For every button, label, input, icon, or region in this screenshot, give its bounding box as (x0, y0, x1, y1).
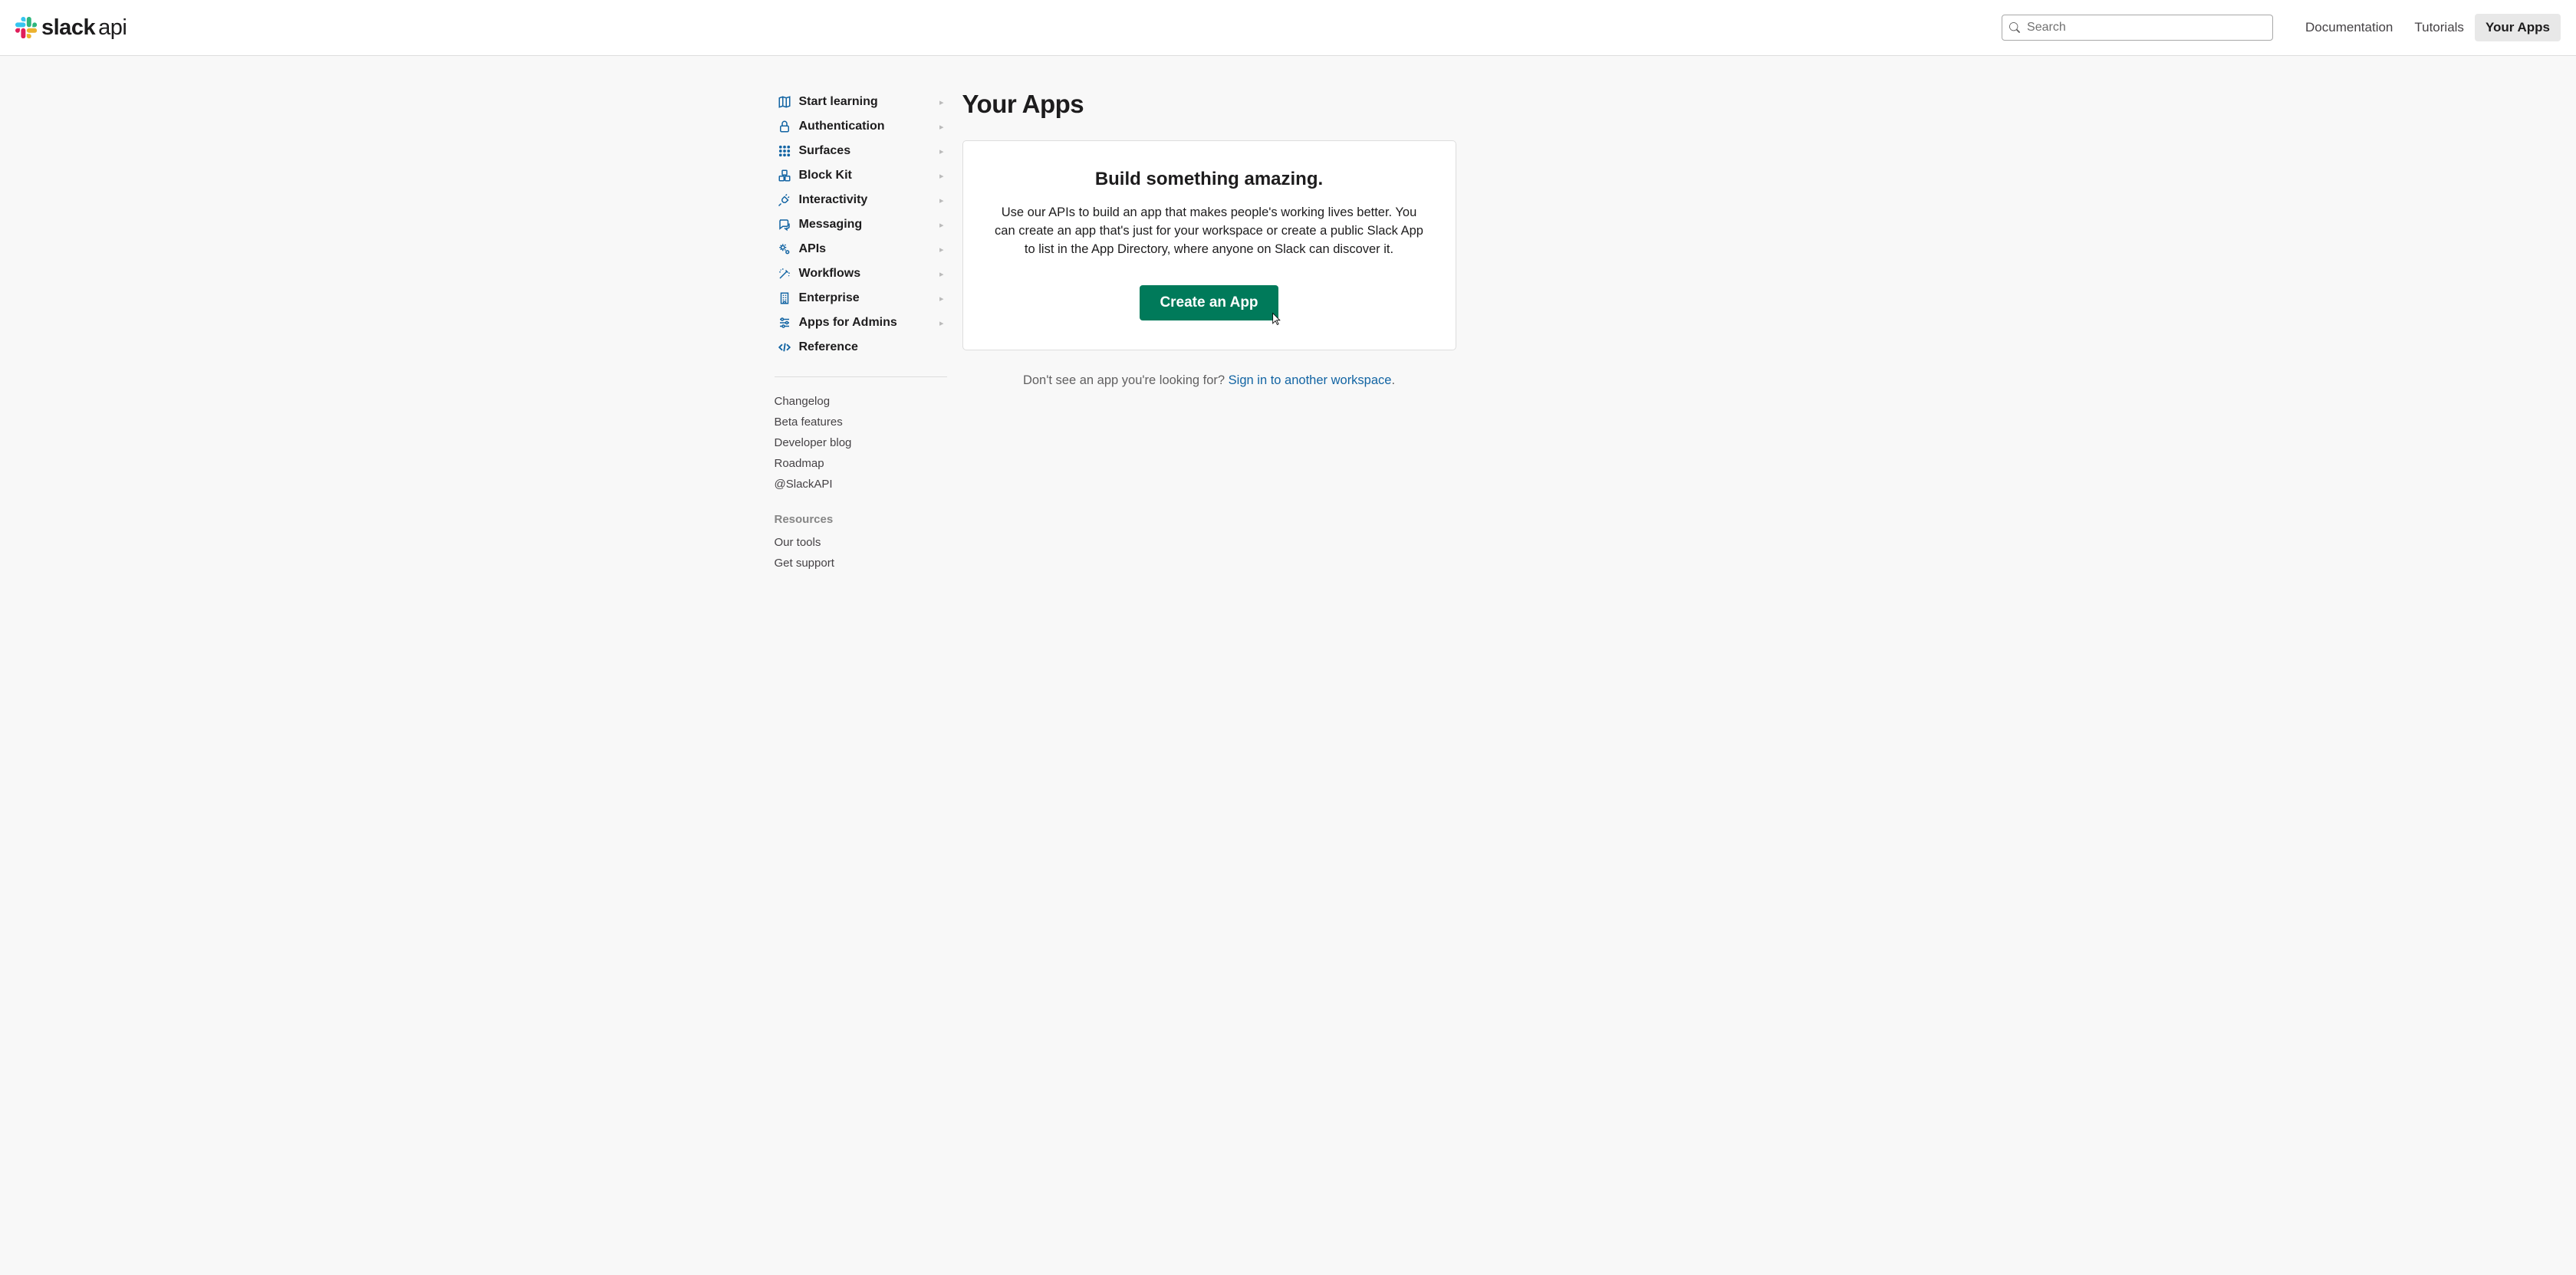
card-body: Use our APIs to build an app that makes … (986, 204, 1433, 259)
search-icon (2009, 22, 2020, 33)
sign-in-link[interactable]: Sign in to another workspace (1229, 373, 1392, 387)
sidebar-item-label: Block Kit (799, 169, 939, 182)
create-app-label: Create an App (1160, 294, 1258, 311)
sidebar-item-surfaces[interactable]: Surfaces▸ (775, 139, 947, 163)
header: slackapi Documentation Tutorials Your Ap… (0, 0, 2576, 56)
nav-tutorials[interactable]: Tutorials (2403, 14, 2475, 41)
sidebar-link-roadmap[interactable]: Roadmap (775, 453, 947, 474)
chevron-right-icon: ▸ (939, 269, 944, 279)
sidebar-item-messaging[interactable]: Messaging▸ (775, 212, 947, 237)
sidebar-link-beta-features[interactable]: Beta features (775, 412, 947, 432)
blocks-icon (778, 169, 791, 182)
slack-logo-icon (15, 17, 37, 38)
content: Your Apps Build something amazing. Use o… (947, 90, 1622, 573)
card-title: Build something amazing. (986, 169, 1433, 190)
sliders-icon (778, 316, 791, 330)
gears-icon (778, 242, 791, 256)
header-right: Documentation Tutorials Your Apps (2002, 14, 2561, 41)
cursor-icon (1268, 311, 1283, 327)
sidebar-item-apps-for-admins[interactable]: Apps for Admins▸ (775, 311, 947, 335)
sidebar-link-developer-blog[interactable]: Developer blog (775, 432, 947, 453)
sidebar-item-label: Authentication (799, 120, 939, 133)
search-input[interactable] (2002, 15, 2273, 41)
sidebar-item-reference[interactable]: Reference▸ (775, 335, 947, 360)
logo-text: slackapi (41, 15, 127, 41)
nav-documentation[interactable]: Documentation (2295, 14, 2403, 41)
sidebar: Start learning▸Authentication▸Surfaces▸B… (775, 90, 947, 573)
sidebar-link-changelog[interactable]: Changelog (775, 391, 947, 412)
code-icon (778, 340, 791, 354)
sidebar-link--slackapi[interactable]: @SlackAPI (775, 474, 947, 495)
map-icon (778, 95, 791, 109)
logo[interactable]: slackapi (15, 15, 127, 41)
sidebar-item-enterprise[interactable]: Enterprise▸ (775, 286, 947, 311)
chevron-right-icon: ▸ (939, 97, 944, 107)
sidebar-item-label: Interactivity (799, 193, 939, 207)
sidebar-item-start-learning[interactable]: Start learning▸ (775, 90, 947, 114)
chevron-right-icon: ▸ (939, 318, 944, 328)
sidebar-item-workflows[interactable]: Workflows▸ (775, 261, 947, 286)
chevron-right-icon: ▸ (939, 220, 944, 230)
sidebar-resources-heading: Resources (775, 495, 947, 532)
plug-icon (778, 193, 791, 207)
building-icon (778, 291, 791, 305)
build-card: Build something amazing. Use our APIs to… (962, 140, 1456, 350)
lock-icon (778, 120, 791, 133)
chat-icon (778, 218, 791, 232)
sidebar-resource-get-support[interactable]: Get support (775, 553, 947, 573)
chevron-right-icon: ▸ (939, 245, 944, 255)
footer-prefix: Don't see an app you're looking for? (1023, 373, 1229, 387)
chevron-right-icon: ▸ (939, 171, 944, 181)
sidebar-item-label: Start learning (799, 95, 939, 109)
nav-links: Documentation Tutorials Your Apps (2295, 14, 2561, 41)
nav-your-apps[interactable]: Your Apps (2475, 14, 2561, 41)
chevron-right-icon: ▸ (939, 146, 944, 156)
wand-icon (778, 267, 791, 281)
create-app-button[interactable]: Create an App (1140, 285, 1278, 320)
sidebar-nav: Start learning▸Authentication▸Surfaces▸B… (775, 90, 947, 360)
chevron-right-icon: ▸ (939, 294, 944, 304)
sidebar-divider (775, 376, 947, 377)
main-container: Start learning▸Authentication▸Surfaces▸B… (767, 56, 1810, 573)
sidebar-item-label: APIs (799, 242, 939, 256)
logo-text-light: api (98, 15, 127, 40)
sidebar-item-block-kit[interactable]: Block Kit▸ (775, 163, 947, 188)
sidebar-links-group: ChangelogBeta featuresDeveloper blogRoad… (775, 391, 947, 495)
sidebar-item-label: Workflows (799, 267, 939, 281)
sidebar-resources-group: Our toolsGet support (775, 532, 947, 573)
sidebar-item-label: Apps for Admins (799, 316, 939, 330)
sidebar-item-apis[interactable]: APIs▸ (775, 237, 947, 261)
chevron-right-icon: ▸ (939, 196, 944, 205)
sidebar-item-authentication[interactable]: Authentication▸ (775, 114, 947, 139)
footer-text: Don't see an app you're looking for? Sig… (962, 373, 1456, 388)
sidebar-resource-our-tools[interactable]: Our tools (775, 532, 947, 553)
sidebar-item-label: Enterprise (799, 291, 939, 305)
sidebar-item-label: Surfaces (799, 144, 939, 158)
footer-suffix: . (1391, 373, 1395, 387)
search-wrap (2002, 15, 2273, 41)
sidebar-item-interactivity[interactable]: Interactivity▸ (775, 188, 947, 212)
sidebar-item-label: Reference (799, 340, 944, 354)
logo-text-bold: slack (41, 15, 95, 40)
chevron-right-icon: ▸ (939, 122, 944, 132)
grid-icon (778, 144, 791, 158)
sidebar-item-label: Messaging (799, 218, 939, 232)
page-title: Your Apps (962, 90, 1622, 119)
